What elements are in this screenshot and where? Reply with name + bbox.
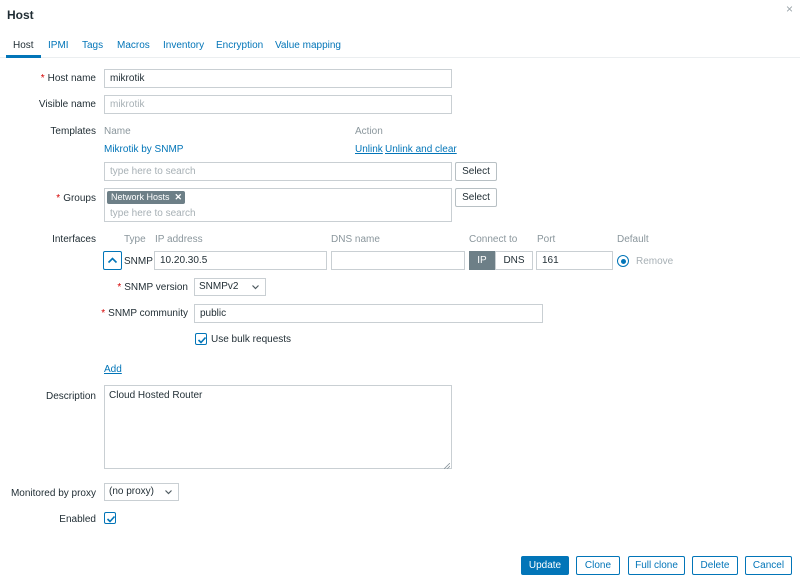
remove-interface-link[interactable]: Remove xyxy=(636,256,673,267)
proxy-label: Monitored by proxy xyxy=(10,488,96,499)
iface-port-header: Port xyxy=(537,234,556,245)
delete-button[interactable]: Delete xyxy=(692,556,738,575)
unlink-and-clear-link[interactable]: Unlink and clear xyxy=(385,144,457,155)
checkmark-icon xyxy=(106,515,116,523)
bulk-requests-checkbox[interactable] xyxy=(195,333,207,345)
iface-ip-input[interactable] xyxy=(154,251,327,270)
tab-macros[interactable]: Macros xyxy=(117,40,150,51)
templates-select-button[interactable]: Select xyxy=(455,162,497,181)
description-label: Description xyxy=(45,391,96,402)
tab-value-mapping[interactable]: Value mapping xyxy=(275,40,341,51)
iface-ip-header: IP address xyxy=(155,234,203,245)
tab-encryption[interactable]: Encryption xyxy=(216,40,263,51)
templates-search-input[interactable] xyxy=(104,162,452,181)
groups-label: * Groups xyxy=(56,193,96,204)
snmp-community-input[interactable] xyxy=(194,304,543,323)
resize-handle-icon[interactable] xyxy=(443,461,451,470)
templates-name-header: Name xyxy=(104,126,131,137)
interfaces-label: Interfaces xyxy=(52,234,96,245)
iface-type-value: SNMP xyxy=(124,256,153,267)
templates-label: Templates xyxy=(50,126,96,137)
connect-dns-toggle[interactable]: DNS xyxy=(495,251,533,270)
iface-connect-header: Connect to xyxy=(469,234,518,245)
clone-button[interactable]: Clone xyxy=(576,556,620,575)
iface-type-header: Type xyxy=(124,234,146,245)
host-name-input[interactable] xyxy=(104,69,452,88)
tab-host[interactable]: Host xyxy=(13,40,34,51)
close-icon[interactable]: × xyxy=(786,2,793,16)
update-button[interactable]: Update xyxy=(521,556,569,575)
tab-bar: Host IPMI Tags Macros Inventory Encrypti… xyxy=(0,38,800,58)
chevron-down-icon xyxy=(164,484,173,505)
enabled-label: Enabled xyxy=(59,514,96,525)
tab-ipmi[interactable]: IPMI xyxy=(48,40,69,51)
visible-name-label: Visible name xyxy=(38,99,96,110)
enabled-checkbox[interactable] xyxy=(104,512,116,524)
add-interface-link[interactable]: Add xyxy=(104,364,122,375)
tab-tags[interactable]: Tags xyxy=(82,40,103,51)
connect-ip-toggle[interactable]: IP xyxy=(469,251,495,270)
remove-tag-icon[interactable]: ✕ xyxy=(175,192,183,202)
templates-action-header: Action xyxy=(355,126,383,137)
chevron-down-icon xyxy=(251,279,260,300)
full-clone-button[interactable]: Full clone xyxy=(628,556,685,575)
iface-dns-input[interactable] xyxy=(331,251,465,270)
tab-inventory[interactable]: Inventory xyxy=(163,40,204,51)
group-tag-network-hosts: Network Hosts ✕ xyxy=(107,191,186,204)
iface-port-input[interactable] xyxy=(536,251,613,270)
description-textarea[interactable]: Cloud Hosted Router xyxy=(104,385,452,469)
collapse-chevron-up-icon[interactable] xyxy=(103,251,122,270)
groups-search-input[interactable] xyxy=(105,205,305,221)
groups-select-button[interactable]: Select xyxy=(455,188,497,207)
iface-default-header: Default xyxy=(617,234,649,245)
bulk-requests-label: Use bulk requests xyxy=(211,334,292,345)
unlink-link[interactable]: Unlink xyxy=(355,144,383,155)
snmp-version-label: * SNMP version xyxy=(117,282,188,293)
template-link-mikrotik[interactable]: Mikrotik by SNMP xyxy=(104,144,183,155)
visible-name-input[interactable] xyxy=(104,95,452,114)
dialog-title: Host xyxy=(7,8,34,22)
snmp-community-label: * SNMP community xyxy=(101,308,188,319)
cancel-button[interactable]: Cancel xyxy=(745,556,792,575)
iface-dns-header: DNS name xyxy=(331,234,380,245)
host-name-label: * Host name xyxy=(40,73,96,84)
checkmark-icon xyxy=(197,336,207,344)
default-interface-radio[interactable] xyxy=(617,255,629,267)
snmp-version-select[interactable]: SNMPv2 xyxy=(194,278,266,296)
proxy-select[interactable]: (no proxy) xyxy=(104,483,179,501)
active-tab-indicator xyxy=(6,55,41,58)
